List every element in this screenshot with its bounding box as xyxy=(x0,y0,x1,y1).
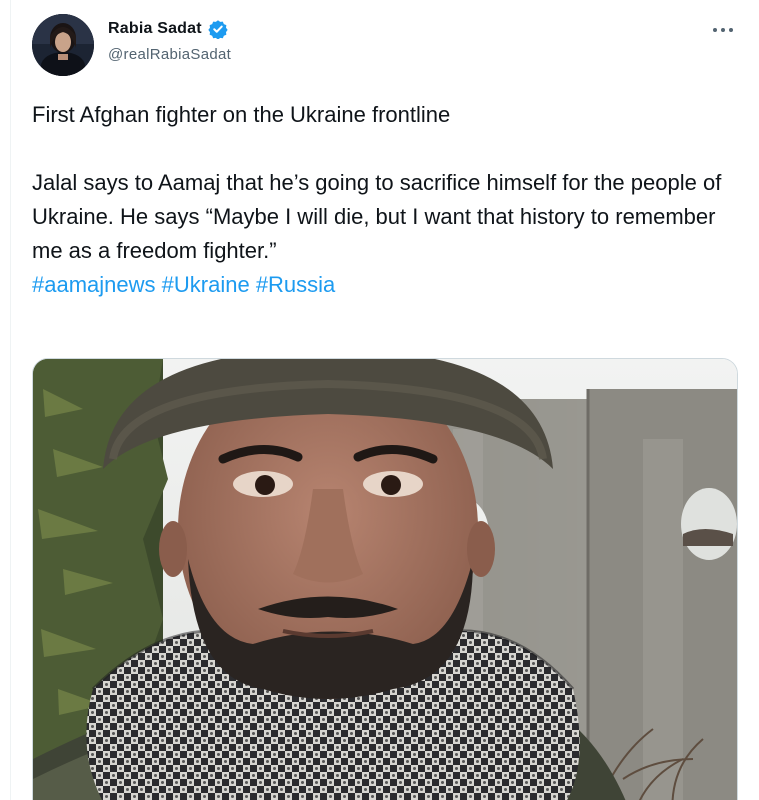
tweet-card: Rabia Sadat @realRabiaSadat First Afghan… xyxy=(0,0,759,800)
tweet-paragraph: Jalal says to Aamaj that he’s going to s… xyxy=(32,170,722,263)
tweet-text: First Afghan fighter on the Ukraine fron… xyxy=(32,98,732,302)
avatar-photo xyxy=(32,14,94,76)
hashtag-russia[interactable]: #Russia xyxy=(256,272,335,297)
hashtag-ukraine[interactable]: #Ukraine xyxy=(162,272,250,297)
name-row: Rabia Sadat xyxy=(108,18,729,40)
more-horizontal-icon xyxy=(713,28,733,32)
photo-selfie-fighter xyxy=(33,359,737,800)
hashtag-aamajnews[interactable]: #aamajnews xyxy=(32,272,156,297)
tweet-headline: First Afghan fighter on the Ukraine fron… xyxy=(32,102,451,127)
display-name[interactable]: Rabia Sadat xyxy=(108,20,202,38)
hashtag-row: #aamajnews #Ukraine #Russia xyxy=(32,268,732,302)
timeline-divider xyxy=(10,0,11,800)
user-handle[interactable]: @realRabiaSadat xyxy=(108,46,729,63)
avatar[interactable] xyxy=(32,14,94,76)
more-options-button[interactable] xyxy=(711,22,735,38)
tweet-header: Rabia Sadat @realRabiaSadat xyxy=(108,18,729,63)
tweet-media-photo[interactable] xyxy=(32,358,738,800)
verified-badge-icon xyxy=(208,19,228,40)
